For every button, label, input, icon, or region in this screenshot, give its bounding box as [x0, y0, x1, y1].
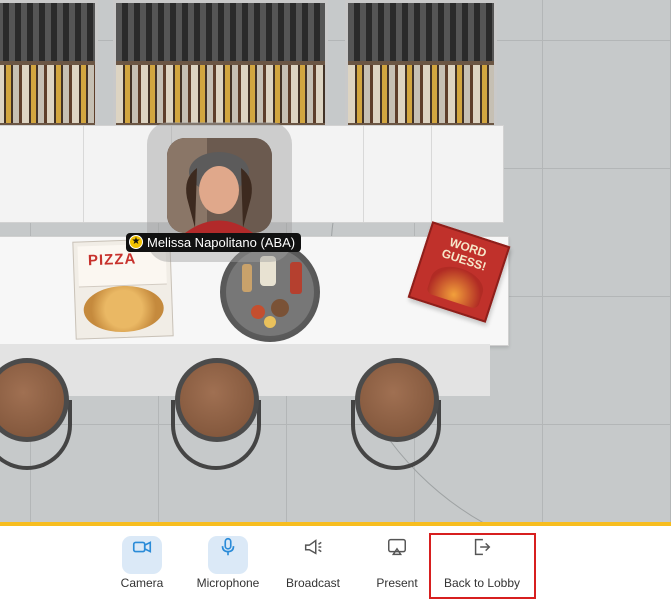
bottle-shelf-center: [113, 0, 328, 128]
pizza-box-label: PIZZA: [87, 250, 137, 270]
camera-label: Camera: [120, 576, 164, 590]
bottom-toolbar: Camera Microphone Broadcast Present Back…: [0, 526, 671, 600]
camera-icon: [122, 536, 162, 574]
pizza: [82, 284, 165, 334]
present-label: Present: [376, 576, 418, 590]
star-icon: ★: [129, 235, 143, 249]
user-video-avatar[interactable]: [167, 138, 272, 233]
back-to-lobby-highlight: [429, 533, 536, 599]
present-button[interactable]: Present: [368, 526, 426, 600]
bar-stool: [355, 358, 439, 442]
user-name: Melissa Napolitano (ABA): [147, 235, 296, 250]
bottle-shelf-left: [0, 0, 98, 128]
megaphone-icon: [293, 536, 333, 574]
microphone-button[interactable]: Microphone: [190, 526, 266, 600]
microphone-icon: [208, 536, 248, 574]
room-scene[interactable]: PIZZA WORD GUESS! ★ Melissa Napolitano (…: [0, 0, 671, 523]
present-icon: [377, 536, 417, 574]
broadcast-button[interactable]: Broadcast: [280, 526, 346, 600]
bottle-shelf-right: [345, 0, 497, 128]
broadcast-label: Broadcast: [285, 576, 341, 590]
microphone-label: Microphone: [196, 576, 260, 590]
camera-button[interactable]: Camera: [112, 526, 172, 600]
user-name-tag: ★ Melissa Napolitano (ABA): [126, 233, 302, 252]
bar-stool: [175, 358, 259, 442]
